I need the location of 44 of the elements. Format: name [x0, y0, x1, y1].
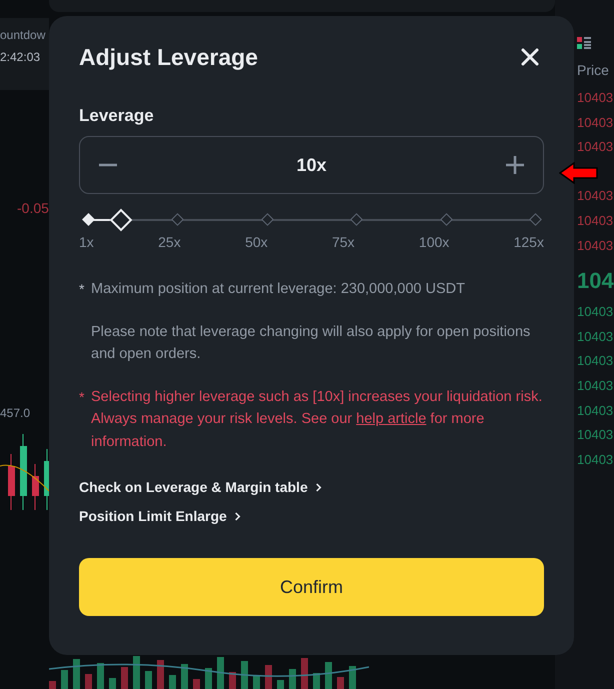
ask-price: 10403 — [577, 138, 614, 156]
bid-price: 10403 — [577, 450, 614, 469]
price-column-header: Price — [577, 62, 610, 78]
slider-mark-label: 100x — [418, 234, 450, 250]
confirm-button[interactable]: Confirm — [79, 558, 544, 616]
slider-mark-label: 50x — [245, 234, 268, 250]
close-icon[interactable] — [520, 47, 540, 67]
last-price: 104 — [577, 268, 614, 294]
countdown-time: 2:42:03 — [0, 50, 42, 64]
slider-mark-label: 25x — [158, 234, 181, 250]
bid-price: 10403 — [577, 303, 614, 322]
note-text: Please note that leverage changing will also apply for open positions and open orders. — [91, 322, 532, 364]
field-label: Leverage — [79, 106, 155, 126]
slider-mark-label: 1x — [79, 234, 94, 250]
bid-price: 10403 — [577, 352, 614, 370]
leverage-stepper[interactable]: 10x — [79, 136, 544, 194]
order-book-icon[interactable] — [577, 37, 591, 49]
info-link[interactable]: Position Limit Enlarge — [79, 508, 241, 524]
help-article-link[interactable]: help article — [356, 411, 426, 427]
leverage-value: 10x — [296, 154, 327, 176]
risk-warning: Selecting higher leverage such as [10x] increases your liquidation risk. Always manage your risk levels. See our help article for more information. — [91, 388, 544, 452]
chevron-right-icon — [314, 482, 322, 492]
note-text: Maximum position at current leverage: 230,000,000 USDT — [91, 280, 465, 299]
bid-price: 10403 — [577, 376, 614, 395]
price-axis-label: 457.0 — [0, 406, 32, 420]
chevron-right-icon — [234, 510, 241, 522]
dialog-title: Adjust Leverage — [79, 44, 258, 70]
ask-price: 10403 — [577, 114, 614, 132]
ask-price: 10403 — [577, 212, 614, 230]
asterisk: * — [79, 388, 86, 406]
bid-price: 10403 — [577, 402, 614, 420]
ask-price: 10403 — [577, 89, 614, 107]
left-arrow-icon — [559, 162, 599, 184]
slider-mark-label: 75x — [332, 234, 355, 250]
slider-mark-label: 125x — [514, 234, 544, 250]
asterisk: * — [79, 280, 86, 299]
countdown-label: ountdow — [0, 28, 46, 42]
bid-price: 10403 — [577, 426, 614, 444]
ask-price: 10403 — [577, 236, 614, 255]
plus-icon[interactable] — [504, 155, 525, 175]
ask-price: 10403 — [577, 187, 614, 206]
funding-rate: -0.05 — [17, 200, 49, 216]
info-link[interactable]: Check on Leverage & Margin table — [79, 479, 322, 495]
bid-price: 10403 — [577, 328, 614, 346]
